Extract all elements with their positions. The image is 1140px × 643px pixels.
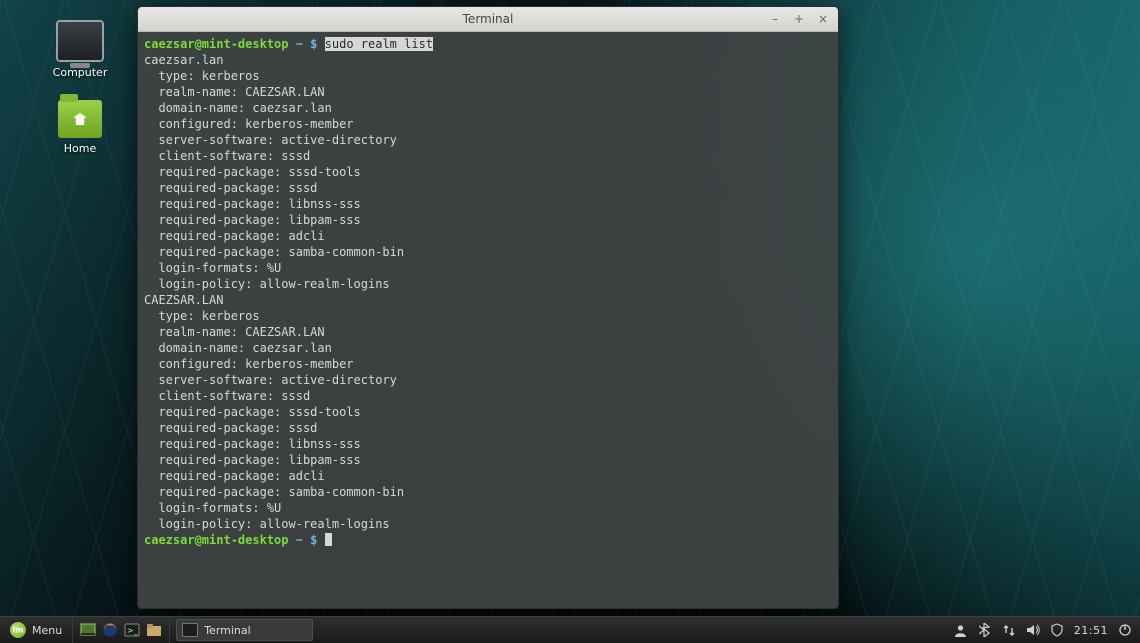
desktop-icon-computer[interactable]: Computer [40,20,120,79]
show-desktop-icon [80,622,96,638]
svg-text:>_: >_ [127,626,139,635]
window-close-button[interactable]: × [816,12,830,26]
shield-icon[interactable] [1050,623,1064,637]
files-icon [146,622,162,638]
quick-launch-terminal[interactable]: >_ [123,621,141,639]
quick-launch: >_ [72,617,170,643]
taskbar[interactable]: Menu >_ Terminal [0,616,1140,643]
firefox-icon [102,622,118,638]
mint-logo-icon [10,622,26,638]
quick-launch-show-desktop[interactable] [79,621,97,639]
terminal-body[interactable]: caezsar@mint-desktop ~ $ sudo realm list… [138,32,838,608]
terminal-window[interactable]: Terminal – + × caezsar@mint-desktop ~ $ … [137,6,839,609]
system-tray: 21:51 [954,617,1140,643]
menu-button[interactable]: Menu [0,617,72,643]
desktop-icon-home[interactable]: Home [40,100,120,155]
window-maximize-button[interactable]: + [792,12,806,26]
window-title: Terminal [138,12,838,26]
computer-icon [56,20,104,62]
user-icon[interactable] [954,623,968,637]
session-icon[interactable] [1118,623,1132,637]
window-minimize-button[interactable]: – [768,12,782,26]
window-titlebar[interactable]: Terminal – + × [138,7,838,32]
quick-launch-firefox[interactable] [101,621,119,639]
quick-launch-files[interactable] [145,621,163,639]
volume-icon[interactable] [1026,623,1040,637]
taskbar-task-label: Terminal [204,624,251,637]
terminal-icon [182,623,198,637]
terminal-icon: >_ [124,622,140,638]
menu-label: Menu [32,624,62,637]
panel-clock[interactable]: 21:51 [1074,624,1108,637]
network-icon[interactable] [1002,623,1016,637]
taskbar-task-terminal[interactable]: Terminal [176,619,313,641]
bluetooth-icon[interactable] [978,623,992,637]
desktop-icon-label: Home [40,142,120,155]
folder-home-icon [58,100,102,138]
